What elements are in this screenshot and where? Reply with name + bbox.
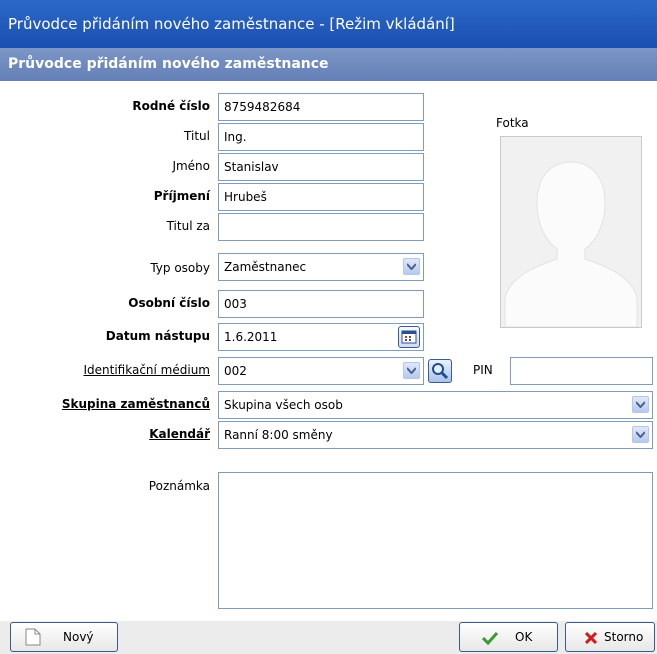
kalendar-select[interactable]: Ranní 8:00 směny [218,421,653,449]
form-area: Rodné číslo 8759482684 Titul Ing. Jméno … [0,81,657,621]
skupina-select[interactable]: Skupina všech osob [218,391,653,419]
poznamka-label: Poznámka [148,479,210,493]
cancel-button-label: Storno [604,630,644,644]
prijmeni-field[interactable]: Hrubeš [218,183,424,211]
kalendar-label[interactable]: Kalendář [15,427,210,441]
skupina-value: Skupina všech osob [224,398,343,412]
window-title-bar: Průvodce přidáním nového zaměstnance - [… [0,0,657,48]
ok-button-label: OK [515,630,533,644]
chevron-down-icon[interactable] [403,258,420,275]
photo-label: Fotka [496,116,529,130]
jmeno-label: Jméno [172,159,210,173]
photo-placeholder[interactable] [500,136,642,328]
x-icon [585,632,597,644]
osobni-cislo-field[interactable]: 003 [218,290,424,318]
ok-button[interactable]: OK [459,622,558,652]
datum-nastupu-value: 1.6.2011 [224,330,278,344]
titul-za-label: Titul za [166,219,210,233]
prijmeni-label: Příjmení [153,189,210,203]
titul-label: Titul [184,129,210,143]
typ-osoby-value: Zaměstnanec [224,260,307,274]
checkmark-icon [482,631,498,645]
chevron-down-icon[interactable] [403,362,420,379]
titul-field[interactable]: Ing. [218,123,424,151]
search-icon[interactable] [428,359,452,383]
kalendar-value: Ranní 8:00 směny [224,428,333,442]
titul-za-field[interactable] [218,213,424,241]
ident-medium-label[interactable]: Identifikační médium [15,363,210,377]
new-document-icon [25,628,41,646]
cancel-button[interactable]: Storno [565,622,655,652]
person-silhouette-icon [501,137,641,328]
typ-osoby-select[interactable]: Zaměstnanec [218,253,424,281]
skupina-label[interactable]: Skupina zaměstnanců [15,397,210,411]
ident-medium-select[interactable]: 002 [218,357,424,385]
chevron-down-icon[interactable] [632,396,649,413]
wizard-title: Průvodce přidáním nového zaměstnance [8,56,329,72]
rodne-cislo-field[interactable]: 8759482684 [218,93,424,121]
button-bar: Nový OK Storno [0,621,657,654]
calendar-icon[interactable] [398,326,420,348]
jmeno-field[interactable]: Stanislav [218,153,424,181]
chevron-down-icon[interactable] [632,426,649,443]
datum-nastupu-field[interactable]: 1.6.2011 [218,323,424,351]
ident-medium-value: 002 [224,364,247,378]
wizard-header: Průvodce přidáním nového zaměstnance [0,48,657,81]
datum-nastupu-label: Datum nástupu [105,329,210,343]
new-button-label: Nový [63,630,94,644]
typ-osoby-label: Typ osoby [150,261,210,275]
rodne-cislo-label: Rodné číslo [132,99,210,113]
osobni-cislo-label: Osobní číslo [128,296,210,310]
poznamka-field[interactable] [218,472,653,609]
window-title: Průvodce přidáním nového zaměstnance - [… [8,15,455,33]
pin-field[interactable] [510,357,653,385]
new-button[interactable]: Nový [10,622,118,652]
pin-label: PIN [473,363,493,377]
